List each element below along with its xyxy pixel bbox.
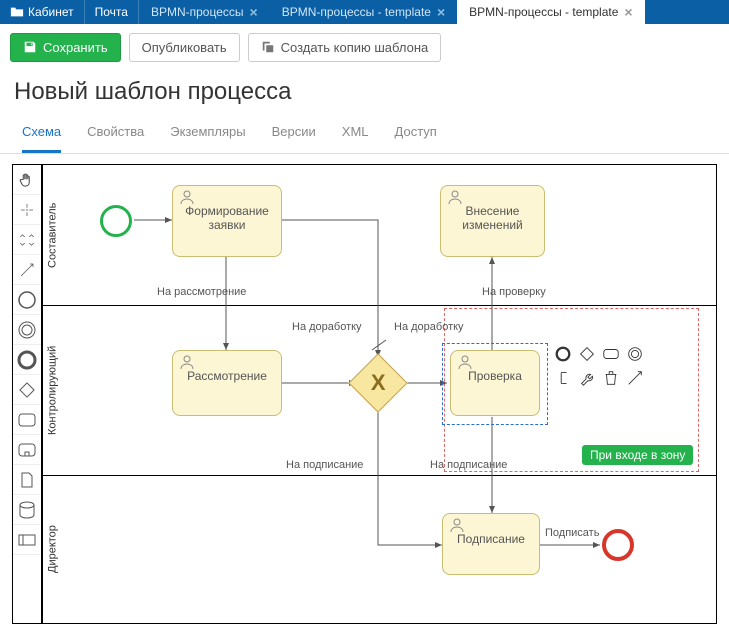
lane-label-1: Контролирующий <box>42 305 62 475</box>
task-label: Подписание <box>457 532 525 546</box>
doc-tab-label: BPMN-процессы - template <box>282 5 431 19</box>
task-label: Внесение изменений <box>462 204 522 232</box>
ctx-gateway-icon[interactable] <box>578 345 596 363</box>
page-title: Новый шаблон процесса <box>0 70 729 124</box>
tool-end-event[interactable] <box>13 345 41 375</box>
flow-label: На проверку <box>482 286 546 298</box>
ctx-trash-icon[interactable] <box>602 369 620 387</box>
flow-label: На рассмотрение <box>157 286 246 298</box>
task-label: Формирование заявки <box>185 204 269 232</box>
tool-space[interactable] <box>13 225 41 255</box>
tool-start-event[interactable] <box>13 285 41 315</box>
nav-cabinet-label: Кабинет <box>28 5 74 19</box>
flow-label: На доработку <box>292 321 362 333</box>
doc-tab-label: BPMN-процессы - template <box>469 5 618 19</box>
doc-tab-1[interactable]: BPMN-процессы - template × <box>270 0 457 24</box>
tab-xml[interactable]: XML <box>342 124 369 153</box>
tool-task[interactable] <box>13 405 41 435</box>
ctx-task-icon[interactable] <box>602 345 620 363</box>
start-event[interactable] <box>100 205 132 237</box>
tab-schema[interactable]: Схема <box>22 124 61 153</box>
lane-sep-2 <box>42 475 716 476</box>
tool-pool[interactable] <box>13 525 41 555</box>
exclusive-gateway[interactable]: X <box>348 353 407 412</box>
doc-tab-0[interactable]: BPMN-процессы × <box>139 0 270 24</box>
flow-label: Подписать <box>545 527 599 539</box>
tab-access[interactable]: Доступ <box>395 124 437 153</box>
close-icon[interactable]: × <box>250 5 258 19</box>
user-icon <box>179 354 195 370</box>
close-icon[interactable]: × <box>624 5 632 19</box>
user-icon <box>449 517 465 533</box>
ctx-connect-icon[interactable] <box>626 369 644 387</box>
lane-sep-1 <box>42 305 716 306</box>
task-make-changes[interactable]: Внесение изменений <box>440 185 545 257</box>
save-label: Сохранить <box>43 40 108 55</box>
tool-lasso[interactable] <box>13 195 41 225</box>
flow-label: На доработку <box>394 321 464 333</box>
palette-spacer <box>13 555 41 623</box>
ctx-intermediate-icon[interactable] <box>626 345 644 363</box>
tab-instances[interactable]: Экземпляры <box>170 124 245 153</box>
nav-cabinet[interactable]: Кабинет <box>0 0 85 24</box>
tool-data-store[interactable] <box>13 495 41 525</box>
copy-template-button[interactable]: Создать копию шаблона <box>248 33 442 62</box>
flow-label: На подписание <box>430 459 507 471</box>
ctx-end-event-icon[interactable] <box>554 345 572 363</box>
nav-mail[interactable]: Почта <box>85 0 139 24</box>
context-pad <box>554 345 662 387</box>
task-form-request[interactable]: Формирование заявки <box>172 185 282 257</box>
lane-label-0: Составитель <box>42 165 62 305</box>
bpmn-canvas[interactable]: Составитель Контролирующий Директор <box>42 164 717 624</box>
hint-badge: При входе в зону <box>582 445 693 465</box>
user-icon <box>447 189 463 205</box>
doc-tab-label: BPMN-процессы <box>151 5 244 19</box>
tab-properties[interactable]: Свойства <box>87 124 144 153</box>
save-icon <box>23 40 37 54</box>
tool-subprocess[interactable] <box>13 435 41 465</box>
tool-intermediate-event[interactable] <box>13 315 41 345</box>
tab-versions[interactable]: Версии <box>272 124 316 153</box>
tool-gateway[interactable] <box>13 375 41 405</box>
folder-icon <box>10 5 24 19</box>
selection-outline <box>442 343 548 425</box>
copy-label: Создать копию шаблона <box>281 40 429 55</box>
end-event[interactable] <box>602 529 634 561</box>
close-icon[interactable]: × <box>437 5 445 19</box>
tool-hand[interactable] <box>13 165 41 195</box>
lane-label-2: Директор <box>42 475 62 623</box>
task-label: Рассмотрение <box>187 369 267 383</box>
ctx-annotation-icon[interactable] <box>554 369 572 387</box>
copy-icon <box>261 40 275 54</box>
ctx-wrench-icon[interactable] <box>578 369 596 387</box>
tool-data-object[interactable] <box>13 465 41 495</box>
tool-connect[interactable] <box>13 255 41 285</box>
task-review[interactable]: Рассмотрение <box>172 350 282 416</box>
doc-tab-2[interactable]: BPMN-процессы - template × <box>457 0 644 24</box>
publish-button[interactable]: Опубликовать <box>129 33 240 62</box>
gateway-mark: X <box>371 370 386 396</box>
flow-label: На подписание <box>286 459 363 471</box>
user-icon <box>179 189 195 205</box>
task-sign[interactable]: Подписание <box>442 513 540 575</box>
tool-palette <box>12 164 42 624</box>
save-button[interactable]: Сохранить <box>10 33 121 62</box>
